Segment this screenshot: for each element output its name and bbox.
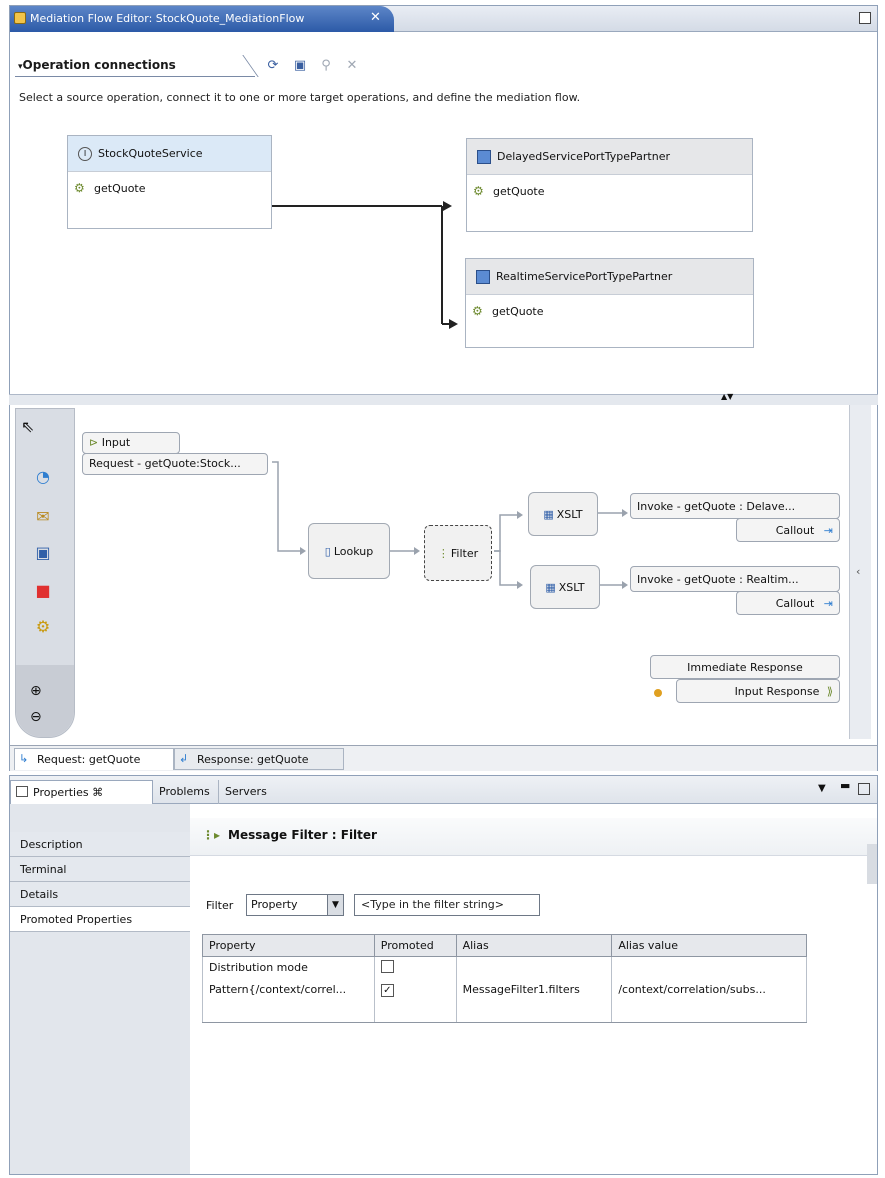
invoke-realtime-node[interactable]: Invoke - getQuote : Realtim... bbox=[630, 566, 840, 592]
tab-request-getquote[interactable]: ↳ Request: getQuote bbox=[14, 748, 174, 770]
tab-label: Problems bbox=[159, 785, 210, 798]
minimize-icon[interactable]: ▬ bbox=[840, 779, 850, 792]
warning-marker-icon bbox=[654, 689, 662, 697]
input-icon: ⊳ bbox=[89, 436, 99, 449]
filter-icon: ⋮ bbox=[437, 546, 449, 560]
chevron-down-icon[interactable]: ▼ bbox=[327, 895, 343, 915]
splitter-arrows-icon[interactable]: ▲▼ bbox=[721, 392, 733, 401]
promoted-checkbox[interactable]: ✓ bbox=[380, 983, 394, 997]
cell-property: Pattern{/context/correl... bbox=[202, 978, 375, 1001]
filter-label: Filter bbox=[206, 899, 234, 912]
tab-response-getquote[interactable]: ↲ Response: getQuote bbox=[174, 748, 344, 770]
nav-details[interactable]: Details bbox=[10, 882, 190, 907]
xslt-label: XSLT bbox=[558, 580, 585, 594]
nav-label: Terminal bbox=[20, 863, 67, 876]
operation-connection-wires bbox=[272, 201, 458, 329]
properties-scrollbar[interactable] bbox=[867, 844, 877, 884]
input-node-label: Input bbox=[101, 436, 131, 449]
input-terminal[interactable]: Request - getQuote:Stock... bbox=[82, 453, 268, 475]
cell-promoted[interactable] bbox=[373, 956, 457, 979]
xslt-primitive[interactable]: ▦ XSLT bbox=[528, 492, 598, 536]
tab-label: Properties ⌘ bbox=[33, 786, 104, 799]
view-menu-icon[interactable]: ▼ bbox=[818, 783, 826, 794]
response-icon: ⟫ bbox=[826, 685, 833, 698]
maximize-icon[interactable] bbox=[858, 783, 870, 795]
callout-node[interactable]: Callout ⇥ bbox=[736, 518, 840, 542]
filter-icon: ⋮▸ bbox=[202, 828, 221, 842]
response-flow-icon: ↲ bbox=[179, 752, 189, 765]
cell-alias-value bbox=[611, 1000, 807, 1023]
immediate-response-node[interactable]: Immediate Response bbox=[650, 655, 840, 679]
input-node[interactable]: ⊳ Input bbox=[82, 432, 180, 454]
tab-label: Servers bbox=[225, 785, 267, 798]
view-tabstrip: Properties ⌘ Problems Servers ▼ ▬ bbox=[10, 776, 877, 804]
mediation-flow-canvas[interactable]: ⇖ ◔ ✉ ▣ ■ ⚙ ⊕ ⊖ ‹ ⊳ Input Request - getQ… bbox=[9, 405, 878, 745]
cell-alias[interactable] bbox=[455, 956, 613, 979]
cell-promoted bbox=[373, 1000, 457, 1023]
cell-property: Distribution mode bbox=[202, 956, 375, 979]
invoke-label: Invoke - getQuote : Delave... bbox=[637, 500, 796, 513]
xslt-icon: ▦ bbox=[543, 507, 554, 521]
column-header-alias[interactable]: Alias bbox=[455, 934, 613, 957]
properties-nav: Description Terminal Details Promoted Pr… bbox=[10, 804, 190, 1174]
mediation-flow-editor: Mediation Flow Editor: StockQuote_Mediat… bbox=[9, 5, 878, 403]
cell-promoted[interactable]: ✓ bbox=[373, 978, 457, 1001]
tab-servers[interactable]: Servers bbox=[218, 780, 273, 804]
input-response-label: Input Response bbox=[734, 685, 820, 698]
promoted-checkbox[interactable] bbox=[380, 959, 394, 973]
nav-label: Promoted Properties bbox=[20, 913, 133, 926]
invoke-delayed-node[interactable]: Invoke - getQuote : Delave... bbox=[630, 493, 840, 519]
tab-label: Response: getQuote bbox=[197, 753, 309, 766]
column-header-property[interactable]: Property bbox=[202, 934, 375, 957]
properties-view: Properties ⌘ Problems Servers ▼ ▬ Descri… bbox=[9, 775, 878, 1175]
immediate-response-label: Immediate Response bbox=[687, 661, 803, 674]
properties-content: ⋮▸ Message Filter : Filter Filter Proper… bbox=[190, 804, 877, 1174]
input-terminal-label: Request - getQuote:Stock... bbox=[89, 457, 241, 470]
callout-node[interactable]: Callout ⇥ bbox=[736, 591, 840, 615]
column-header-promoted[interactable]: Promoted bbox=[373, 934, 457, 957]
callout-label: Callout bbox=[775, 524, 815, 537]
lookup-icon: ▯ bbox=[324, 544, 331, 558]
filter-dropdown[interactable]: Property ▼ bbox=[246, 894, 344, 916]
tab-problems[interactable]: Problems bbox=[153, 780, 216, 804]
filter-dropdown-value: Property bbox=[251, 898, 298, 911]
callout-arrow-icon: ⇥ bbox=[823, 597, 833, 610]
cell-alias-value: /context/correlation/subs... bbox=[611, 978, 807, 1001]
table-row[interactable]: Pattern{/context/correl... ✓ MessageFilt… bbox=[202, 978, 807, 1001]
cell-alias[interactable]: MessageFilter1.filters bbox=[455, 978, 613, 1001]
nav-promoted-properties[interactable]: Promoted Properties bbox=[10, 907, 190, 932]
lookup-label: Lookup bbox=[333, 544, 374, 558]
table-header-row: Property Promoted Alias Alias value bbox=[202, 934, 807, 957]
cell-alias bbox=[455, 1000, 613, 1023]
properties-icon bbox=[16, 786, 28, 797]
nav-label: Description bbox=[20, 838, 83, 851]
table-row[interactable] bbox=[202, 1000, 807, 1023]
tab-properties[interactable]: Properties ⌘ bbox=[10, 780, 153, 804]
filter-primitive[interactable]: ⋮ Filter bbox=[424, 525, 492, 581]
filter-label: Filter bbox=[450, 546, 479, 560]
column-header-alias-value[interactable]: Alias value bbox=[611, 934, 807, 957]
promoted-properties-table: Property Promoted Alias Alias value Dist… bbox=[202, 934, 807, 1023]
properties-title-text: Message Filter : Filter bbox=[228, 828, 377, 842]
flow-tabs: ↳ Request: getQuote ↲ Response: getQuote bbox=[9, 745, 878, 771]
cell-property bbox=[202, 1000, 375, 1023]
xslt-primitive[interactable]: ▦ XSLT bbox=[530, 565, 600, 609]
cell-alias-value bbox=[611, 956, 807, 979]
nav-label: Details bbox=[20, 888, 59, 901]
properties-title: ⋮▸ Message Filter : Filter bbox=[190, 818, 877, 856]
xslt-icon: ▦ bbox=[545, 580, 556, 594]
lookup-primitive[interactable]: ▯ Lookup bbox=[308, 523, 390, 579]
nav-terminal[interactable]: Terminal bbox=[10, 857, 190, 882]
filter-string-input[interactable]: <Type in the filter string> bbox=[354, 894, 540, 916]
chevron-left-icon[interactable]: ‹ bbox=[856, 565, 860, 578]
request-flow-icon: ↳ bbox=[19, 752, 29, 765]
nav-description[interactable]: Description bbox=[10, 832, 190, 857]
callout-label: Callout bbox=[775, 597, 815, 610]
input-response-node[interactable]: Input Response ⟫ bbox=[676, 679, 840, 703]
xslt-label: XSLT bbox=[556, 507, 583, 521]
table-row[interactable]: Distribution mode bbox=[202, 956, 807, 979]
callout-arrow-icon: ⇥ bbox=[823, 524, 833, 537]
invoke-label: Invoke - getQuote : Realtim... bbox=[637, 573, 799, 586]
tab-label: Request: getQuote bbox=[37, 753, 141, 766]
